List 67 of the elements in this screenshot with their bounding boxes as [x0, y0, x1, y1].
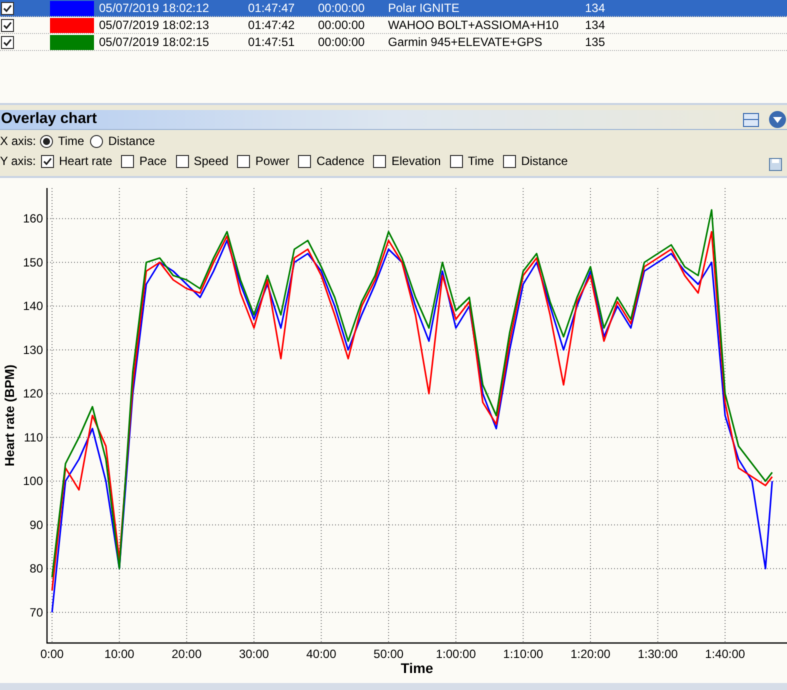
y-axis-title: Heart rate (BPM) [2, 364, 17, 466]
x-tick-label: 50:00 [374, 647, 404, 661]
table-cell-text: 00:00:00 [318, 0, 366, 17]
y-tick-label: 130 [22, 342, 43, 357]
checkbox-label: Distance [521, 153, 568, 170]
y-tick-label: 140 [22, 299, 43, 314]
row-checkbox[interactable] [1, 2, 14, 14]
x-tick-label: 1:10:00 [503, 647, 544, 661]
dropdown-icon[interactable] [769, 111, 786, 128]
x-tick-label: 10:00 [104, 647, 134, 661]
checkbox-label: Elevation [391, 153, 441, 170]
table-cell-text: 134 [585, 0, 606, 17]
y-tick-label: 100 [22, 474, 43, 488]
x-tick-label: 30:00 [238, 647, 269, 661]
table-cell-text: 01:47:51 [248, 34, 296, 51]
row-checkbox[interactable] [1, 18, 14, 32]
y-axis-checkbox[interactable] [298, 154, 312, 168]
checkbox-label: Heart rate [59, 153, 112, 170]
table-cell-text: Garmin 945+ELEVATE+GPS [388, 34, 544, 51]
y-axis-checkbox[interactable] [373, 154, 386, 168]
x-tick-label: 40:00 [306, 647, 336, 661]
table-cell-text: 05/07/2019 18:02:12 [99, 0, 210, 17]
x-tick-label: 0:00 [40, 647, 64, 661]
table-cell-text: 01:47:47 [248, 0, 296, 17]
table-cell-text: 00:00:00 [318, 34, 366, 51]
y-axis-checkbox[interactable] [237, 154, 250, 168]
table-cell-text: 05/07/2019 18:02:15 [99, 34, 210, 51]
session-row[interactable]: 05/07/2019 18:02:12 01:47:47 00:00:00 Polar IGNITE 134 [0, 0, 787, 17]
checkbox-label: Time [468, 153, 494, 170]
layout-icon[interactable] [743, 112, 759, 126]
x-tick-label: 1:30:00 [638, 647, 678, 661]
checkbox-label: Pace [139, 153, 167, 170]
table-cell-text: 05/07/2019 18:02:13 [99, 17, 210, 34]
table-cell-text: Polar IGNITE [388, 0, 460, 17]
y-axis-checkbox[interactable] [176, 154, 189, 168]
checkbox-label: Speed [194, 153, 228, 170]
y-tick-label: 150 [22, 255, 43, 270]
y-tick-label: 90 [30, 518, 43, 532]
x-axis-title: Time [400, 660, 434, 676]
table-cell-text: 00:00:00 [318, 17, 366, 34]
table-cell-text: 01:47:42 [248, 17, 296, 34]
session-row[interactable]: 05/07/2019 18:02:13 01:47:42 00:00:00 WAHOO BOLT+ASSIOMA+H10 134 [0, 17, 787, 34]
checkbox-label: Power [255, 153, 290, 170]
table-cell-text: 135 [585, 34, 606, 51]
x-tick-label: 1:40:00 [705, 647, 746, 661]
x-axis-label: X axis: [0, 133, 34, 150]
panel-title: Overlay chart [0, 109, 98, 130]
y-axis-checkbox[interactable] [503, 154, 516, 168]
y-tick-label: 70 [30, 605, 43, 620]
x-axis-radio[interactable]: Distance [90, 132, 155, 150]
x-tick-label: 20:00 [172, 647, 202, 661]
y-axis-checkbox[interactable] [121, 154, 134, 168]
save-icon[interactable] [769, 158, 782, 170]
table-cell-text: 134 [585, 17, 606, 34]
y-axis-checkbox[interactable] [450, 154, 463, 168]
y-tick-label: 110 [24, 430, 43, 444]
table-cell-text: WAHOO BOLT+ASSIOMA+H10 [388, 17, 560, 34]
y-tick-label: 160 [22, 212, 43, 226]
y-tick-label: 120 [22, 386, 43, 401]
row-checkbox[interactable] [1, 36, 14, 48]
x-tick-label: 1:20:00 [570, 647, 610, 661]
x-axis-radio[interactable]: Time [40, 132, 84, 150]
session-row[interactable]: 05/07/2019 18:02:15 01:47:51 00:00:00 Garmin 945+ELEVATE+GPS 135 [0, 34, 787, 51]
checkbox-label: Cadence [316, 153, 364, 170]
x-tick-label: 1:00:00 [436, 647, 476, 661]
y-tick-label: 80 [30, 562, 43, 576]
y-axis-checkbox[interactable] [41, 154, 54, 168]
